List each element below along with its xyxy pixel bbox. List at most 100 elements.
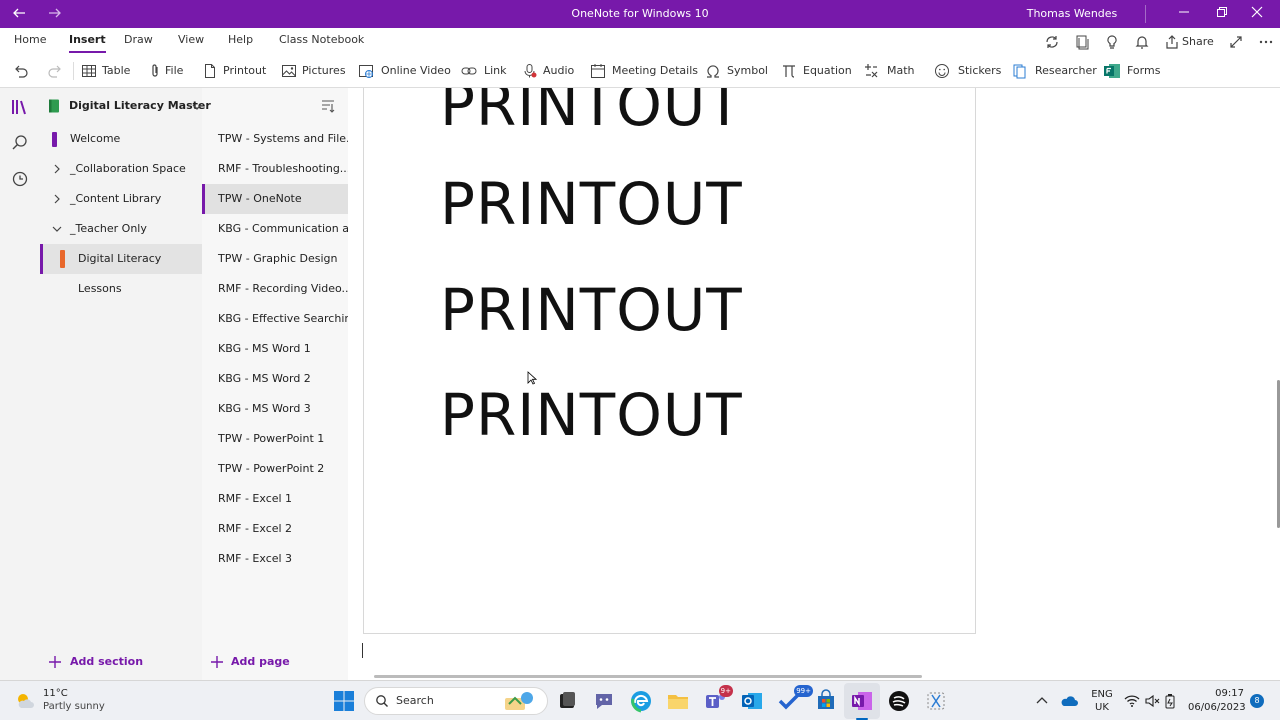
notifications-button[interactable] — [1134, 34, 1150, 50]
page-item[interactable]: KBG - Effective Searchin... — [202, 304, 348, 334]
recent-notes-button[interactable] — [9, 168, 31, 190]
printout-text: PRINTOUT — [440, 381, 743, 449]
chevron-down-icon — [52, 226, 62, 232]
tell-me-button[interactable] — [1104, 34, 1120, 50]
tab-insert[interactable]: Insert — [69, 33, 106, 53]
insert-audio-button[interactable]: Audio — [522, 62, 574, 80]
forms-button[interactable]: Forms — [1103, 62, 1160, 80]
insert-file-button[interactable]: File — [147, 62, 189, 80]
teams-button[interactable]: 9+ — [703, 685, 733, 713]
page-item[interactable]: TPW - PowerPoint 2 — [202, 454, 348, 484]
notification-count-badge[interactable]: 8 — [1250, 694, 1264, 708]
tab-help[interactable]: Help — [228, 33, 253, 53]
symbol-label: Symbol — [727, 64, 768, 77]
page-item[interactable]: KBG - Communication a... — [202, 214, 348, 244]
insert-equation-button[interactable]: Equation — [781, 62, 852, 80]
more-options-button[interactable] — [1258, 34, 1274, 50]
search-button[interactable] — [9, 132, 31, 154]
section-group-teacher-only[interactable]: _Teacher Only — [40, 214, 202, 244]
edge-button[interactable] — [629, 689, 653, 713]
snip-icon — [927, 692, 945, 710]
chat-button[interactable] — [592, 689, 616, 713]
researcher-icon — [1013, 64, 1026, 79]
immersive-reader-button[interactable] — [1074, 34, 1090, 50]
file-label: File — [165, 64, 184, 77]
notebook-name: Digital Literacy Master — [69, 99, 211, 112]
page-item[interactable]: TPW - PowerPoint 1 — [202, 424, 348, 454]
pictures-label: Pictures — [302, 64, 346, 77]
researcher-button[interactable]: Researcher — [1012, 62, 1097, 80]
language-indicator[interactable]: ENG UK — [1090, 688, 1114, 714]
back-button[interactable] — [8, 0, 30, 28]
onedrive-button[interactable] — [1060, 693, 1078, 709]
page-item[interactable]: KBG - MS Word 3 — [202, 394, 348, 424]
section-welcome[interactable]: Welcome — [40, 124, 202, 154]
store-button[interactable] — [814, 689, 838, 713]
page-item[interactable]: RMF - Excel 1 — [202, 484, 348, 514]
snipping-tool-button[interactable] — [924, 689, 948, 713]
page-item[interactable]: RMF - Excel 2 — [202, 514, 348, 544]
show-hidden-icons-button[interactable] — [1034, 693, 1050, 709]
insert-ribbon: Table File Printout Pictures Online Vide… — [0, 54, 1280, 88]
start-button[interactable] — [332, 689, 356, 713]
fullscreen-button[interactable] — [1228, 34, 1244, 50]
page-item[interactable]: RMF - Excel 3 — [202, 544, 348, 574]
taskbar-search[interactable]: Search — [364, 687, 548, 715]
wifi-button[interactable] — [1124, 693, 1140, 709]
restore-button[interactable] — [1210, 0, 1234, 28]
undo-button[interactable] — [13, 62, 31, 80]
section-group-content-library[interactable]: _Content Library — [40, 184, 202, 214]
math-label: Math — [887, 64, 915, 77]
page-item[interactable]: KBG - MS Word 1 — [202, 334, 348, 364]
page-item[interactable]: RMF - Recording Video... — [202, 274, 348, 304]
insert-meeting-details-button[interactable]: Meeting Details — [590, 62, 698, 80]
insert-symbol-button[interactable]: Symbol — [705, 62, 768, 80]
page-item-selected[interactable]: TPW - OneNote — [202, 184, 348, 214]
page-item[interactable]: KBG - MS Word 2 — [202, 364, 348, 394]
weather-widget[interactable]: 11°C Partly sunny — [14, 687, 134, 715]
insert-pictures-button[interactable]: Pictures — [281, 62, 346, 80]
note-canvas[interactable]: PRINTOUT PRINTOUT PRINTOUT PRINTOUT — [348, 88, 1280, 680]
file-explorer-button[interactable] — [666, 689, 690, 713]
outlook-button[interactable] — [740, 689, 764, 713]
selection-indicator — [40, 244, 43, 274]
app-button[interactable] — [887, 689, 911, 713]
share-button[interactable]: Share — [1164, 34, 1220, 50]
insert-math-button[interactable]: Math — [863, 62, 915, 80]
horizontal-scrollbar[interactable] — [374, 675, 922, 678]
page-item[interactable]: TPW - Systems and File... — [202, 124, 348, 154]
onenote-taskbar-button[interactable] — [844, 683, 880, 720]
volume-button[interactable] — [1144, 693, 1160, 709]
sync-button[interactable] — [1044, 34, 1060, 50]
notebooks-button[interactable] — [9, 96, 31, 118]
insert-online-video-button[interactable]: Online Video — [358, 62, 451, 80]
user-name[interactable]: Thomas Wendes — [1022, 0, 1122, 28]
tab-draw[interactable]: Draw — [124, 33, 153, 53]
sort-button[interactable] — [320, 98, 336, 114]
forward-button[interactable] — [44, 0, 66, 28]
todo-button[interactable]: 99+ — [777, 685, 813, 713]
insert-printout-button[interactable]: Printout — [202, 62, 268, 80]
section-group-collaboration-space[interactable]: _Collaboration Space — [40, 154, 202, 184]
close-button[interactable] — [1245, 0, 1269, 28]
redo-button[interactable] — [47, 62, 65, 80]
tab-view[interactable]: View — [178, 33, 204, 53]
task-view-button[interactable] — [555, 689, 579, 713]
insert-stickers-button[interactable]: Stickers — [934, 62, 1001, 80]
page-item[interactable]: TPW - Graphic Design — [202, 244, 348, 274]
battery-button[interactable] — [1162, 693, 1178, 709]
clock[interactable]: 09:17 06/06/2023 — [1188, 687, 1246, 715]
insert-table-button[interactable]: Table — [81, 62, 133, 80]
section-label: _Collaboration Space — [70, 162, 186, 175]
minimize-button[interactable] — [1172, 0, 1196, 28]
tab-home[interactable]: Home — [14, 33, 46, 53]
printout-text: PRINTOUT — [440, 276, 743, 344]
tab-class-notebook[interactable]: Class Notebook — [279, 33, 364, 53]
wifi-icon — [1124, 695, 1140, 707]
section-digital-literacy-lessons[interactable]: Digital Literacy Lessons — [40, 244, 202, 295]
insert-link-button[interactable]: Link — [461, 62, 507, 80]
page-item[interactable]: RMF - Troubleshooting... — [202, 154, 348, 184]
notebook-selector[interactable]: Digital Literacy Master — [48, 98, 211, 114]
ribbon-divider — [73, 62, 74, 80]
outlook-icon — [742, 693, 762, 709]
